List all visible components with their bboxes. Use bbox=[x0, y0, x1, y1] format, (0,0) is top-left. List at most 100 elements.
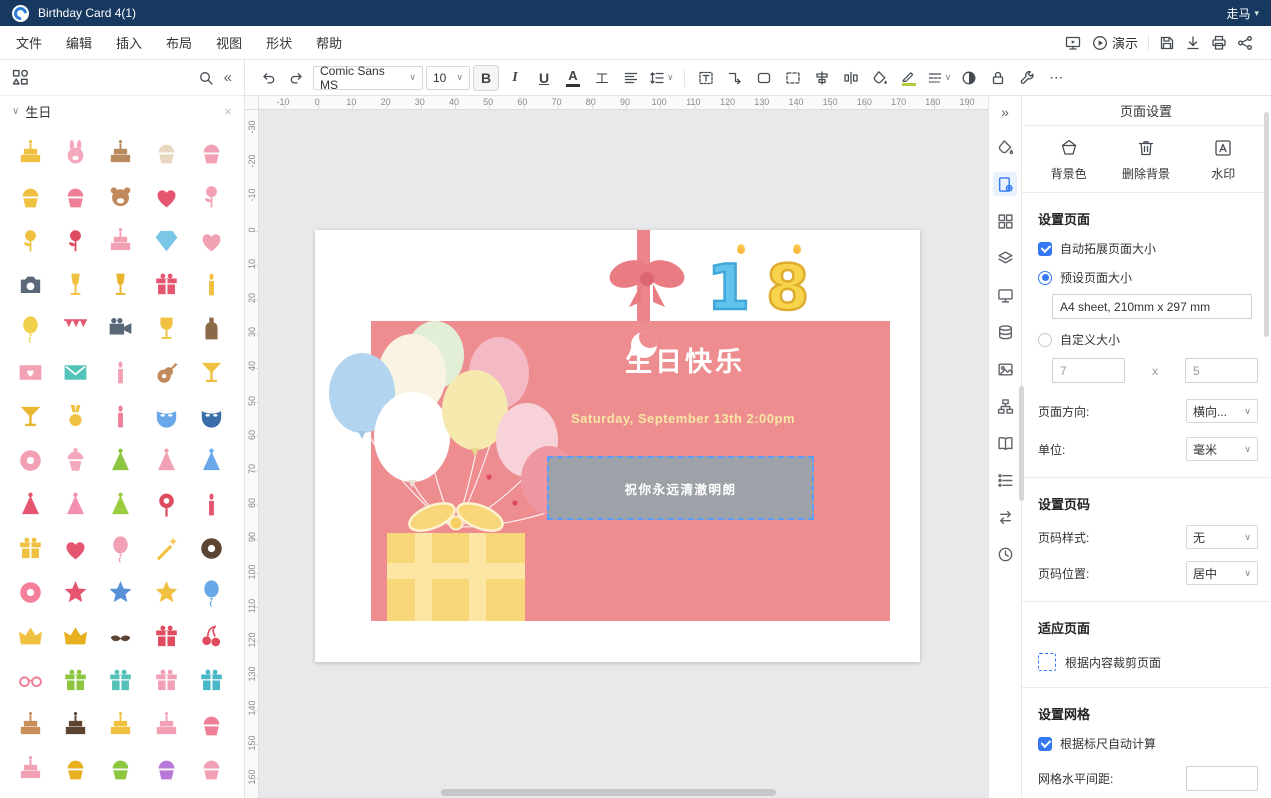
symbol-sundae[interactable] bbox=[53, 438, 98, 482]
library-section-header[interactable]: ∨ 生日 × bbox=[0, 96, 244, 126]
menu-item-5[interactable]: 形状 bbox=[254, 27, 304, 58]
symbol-envelope-teal[interactable] bbox=[53, 350, 98, 394]
symbol-lollipop[interactable] bbox=[144, 482, 189, 526]
symbol-layer-cake[interactable] bbox=[8, 130, 53, 174]
menu-item-1[interactable]: 编辑 bbox=[54, 27, 104, 58]
swap-tab[interactable] bbox=[993, 505, 1017, 529]
symbol-rabbit[interactable] bbox=[53, 130, 98, 174]
symbol-cupcake-caramel[interactable] bbox=[53, 746, 98, 790]
symbol-mask-blue[interactable] bbox=[144, 394, 189, 438]
download-button[interactable] bbox=[1185, 35, 1201, 51]
symbol-heart-pink[interactable] bbox=[189, 218, 234, 262]
menu-item-6[interactable]: 帮助 bbox=[304, 27, 354, 58]
symbol-cake-roll[interactable] bbox=[8, 702, 53, 746]
bold-button[interactable]: B bbox=[473, 65, 499, 91]
auto-expand-checkbox[interactable] bbox=[1038, 242, 1052, 256]
notes-tab[interactable] bbox=[993, 431, 1017, 455]
symbol-cupcake-white[interactable] bbox=[144, 130, 189, 174]
canvas-area[interactable]: -100102030405060708090100110120130140150… bbox=[245, 96, 988, 798]
unit-select[interactable]: 毫米 ∨ bbox=[1186, 437, 1258, 461]
present-screen-button[interactable] bbox=[1064, 35, 1082, 51]
italic-button[interactable]: I bbox=[502, 65, 528, 91]
effect-button[interactable] bbox=[956, 65, 982, 91]
symbol-cherries[interactable] bbox=[189, 614, 234, 658]
symbol-party-hat-lime[interactable] bbox=[98, 482, 143, 526]
symbol-balloon-pair[interactable] bbox=[189, 570, 234, 614]
symbol-medal[interactable] bbox=[53, 394, 98, 438]
orientation-select[interactable]: 横向... ∨ bbox=[1186, 399, 1258, 423]
fill-color-button[interactable] bbox=[867, 65, 893, 91]
symbol-candle-pink[interactable] bbox=[98, 394, 143, 438]
symbol-cocktail[interactable] bbox=[8, 394, 53, 438]
line-style-button[interactable]: ∨ bbox=[925, 65, 954, 91]
symbol-party-hat-blue[interactable] bbox=[189, 438, 234, 482]
symbol-champagne-flutes[interactable] bbox=[98, 262, 143, 306]
symbol-cupcake-berry[interactable] bbox=[144, 746, 189, 790]
outline-tab[interactable] bbox=[993, 468, 1017, 492]
symbol-star-yellow[interactable] bbox=[144, 570, 189, 614]
symbol-chocolate-cake[interactable] bbox=[98, 130, 143, 174]
panel-scrollbar[interactable] bbox=[1264, 112, 1269, 337]
connector-button[interactable] bbox=[722, 65, 748, 91]
symbol-crown-jeweled[interactable] bbox=[53, 614, 98, 658]
custom-height-input[interactable] bbox=[1185, 358, 1258, 383]
symbol-martini[interactable] bbox=[189, 350, 234, 394]
structure-tab[interactable] bbox=[993, 394, 1017, 418]
crop-page-button[interactable]: 根据内容裁剪页面 bbox=[1038, 653, 1270, 671]
distribute-button[interactable] bbox=[838, 65, 864, 91]
symbol-star-blue[interactable] bbox=[98, 570, 143, 614]
symbol-party-hat-rose[interactable] bbox=[8, 482, 53, 526]
page-settings-tab[interactable] bbox=[993, 172, 1017, 196]
symbol-cheers-glasses[interactable] bbox=[53, 262, 98, 306]
symbol-cupcake-pink[interactable] bbox=[189, 130, 234, 174]
sidebar-scrollbar[interactable] bbox=[1019, 386, 1024, 501]
line-color-button[interactable] bbox=[896, 65, 922, 91]
symbol-candles-diagonal[interactable] bbox=[189, 482, 234, 526]
symbol-flower-bunch[interactable] bbox=[189, 174, 234, 218]
background-color-button[interactable]: 背景色 bbox=[1033, 138, 1105, 182]
symbol-cupcake-heart[interactable] bbox=[53, 174, 98, 218]
canvas-hscrollbar[interactable] bbox=[441, 789, 776, 796]
symbol-party-glasses[interactable] bbox=[8, 658, 53, 702]
present-button[interactable]: 演示 bbox=[1092, 33, 1138, 52]
data-tab[interactable] bbox=[993, 320, 1017, 344]
image-tab[interactable] bbox=[993, 357, 1017, 381]
slides-tab[interactable] bbox=[993, 283, 1017, 307]
symbol-cupcake-lemon[interactable] bbox=[8, 174, 53, 218]
save-button[interactable] bbox=[1159, 35, 1175, 51]
symbol-bunting-flags[interactable] bbox=[53, 306, 98, 350]
symbol-party-hat-dots[interactable] bbox=[53, 482, 98, 526]
symbol-teddy-bear[interactable] bbox=[98, 174, 143, 218]
collapse-sidebar-button[interactable]: « bbox=[224, 69, 232, 86]
share-button[interactable] bbox=[1237, 35, 1253, 51]
layers-tab[interactable] bbox=[993, 246, 1017, 270]
page-number-position-select[interactable]: 居中 ∨ bbox=[1186, 561, 1258, 585]
symbol-hbd-heart[interactable] bbox=[144, 174, 189, 218]
menu-item-0[interactable]: 文件 bbox=[4, 27, 54, 58]
align-objects-button[interactable] bbox=[809, 65, 835, 91]
undo-button[interactable] bbox=[255, 65, 281, 91]
symbol-diamond[interactable] bbox=[144, 218, 189, 262]
symbol-mask-navy[interactable] bbox=[189, 394, 234, 438]
symbol-donut-choco[interactable] bbox=[189, 526, 234, 570]
symbol-rose-red[interactable] bbox=[53, 218, 98, 262]
symbol-guitar[interactable] bbox=[144, 350, 189, 394]
grid-h-gap-input[interactable] bbox=[1186, 766, 1258, 791]
expand-panel-button[interactable]: » bbox=[1001, 104, 1009, 120]
symbol-balloon-pink[interactable] bbox=[98, 526, 143, 570]
symbol-balloon-yellow[interactable] bbox=[8, 306, 53, 350]
symbol-cake-strawberry[interactable] bbox=[144, 702, 189, 746]
symbol-gift-red[interactable] bbox=[144, 262, 189, 306]
insert-textbox-button[interactable] bbox=[693, 65, 719, 91]
symbol-gift-bow-red[interactable] bbox=[144, 614, 189, 658]
symbol-gift-green[interactable] bbox=[53, 658, 98, 702]
symbol-champagne-bottle[interactable] bbox=[189, 306, 234, 350]
symbol-candelabra[interactable] bbox=[98, 350, 143, 394]
fill-format-tab[interactable] bbox=[993, 135, 1017, 159]
canvas-page[interactable]: 1 8 生日快乐 Saturday, September 13th 2:00pm… bbox=[315, 230, 920, 662]
symbol-party-hat-green[interactable] bbox=[98, 438, 143, 482]
symbol-party-hat-pink[interactable] bbox=[144, 438, 189, 482]
card-title-text[interactable]: 生日快乐 bbox=[575, 340, 795, 379]
font-color-button[interactable]: A bbox=[560, 65, 586, 91]
number-candles[interactable]: 1 8 bbox=[707, 254, 809, 322]
